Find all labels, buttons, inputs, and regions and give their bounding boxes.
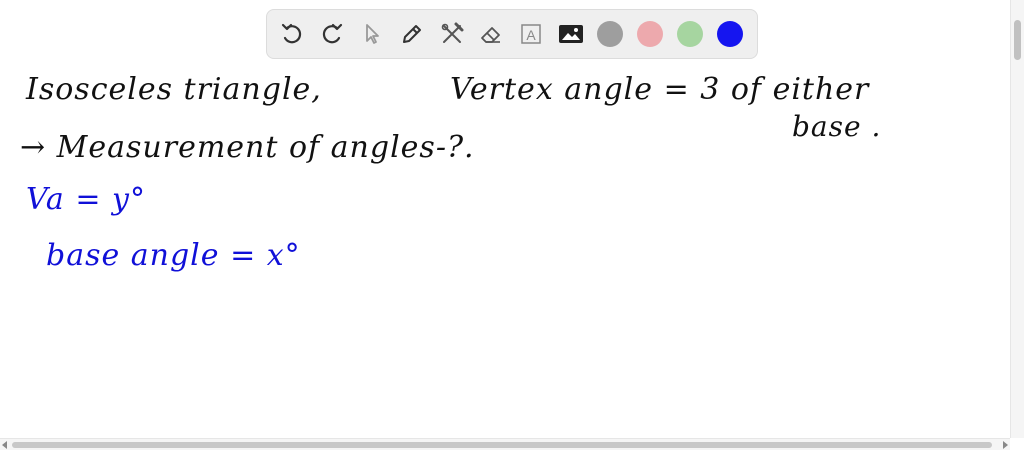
drawing-canvas[interactable]: Isosceles triangle, Vertex angle = 3 of … <box>0 60 1010 438</box>
tools-icon <box>441 22 464 43</box>
shapes-tools-button[interactable] <box>438 20 466 48</box>
undo-button[interactable] <box>278 20 306 48</box>
handwriting-line-1-left: Isosceles triangle, <box>26 72 322 107</box>
whiteboard-app: A Isosceles triangle, Vertex angle = 3 o… <box>0 0 1024 450</box>
pointer-icon <box>365 24 379 44</box>
image-icon <box>559 25 584 43</box>
text-icon: A <box>521 24 542 44</box>
text-button[interactable]: A <box>517 20 545 48</box>
vertical-scrollbar[interactable] <box>1010 0 1024 438</box>
horizontal-scroll-thumb[interactable] <box>12 442 992 448</box>
drawing-toolbar: A <box>266 9 758 59</box>
redo-icon <box>322 23 342 44</box>
color-swatch-pink[interactable] <box>637 21 664 47</box>
select-button[interactable] <box>358 20 386 48</box>
horizontal-scrollbar[interactable] <box>0 438 1010 450</box>
eraser-button[interactable] <box>478 20 506 48</box>
handwriting-line-1-base: base . <box>792 110 882 143</box>
scroll-left-icon[interactable] <box>2 441 7 449</box>
undo-icon <box>281 23 302 44</box>
image-button[interactable] <box>557 20 585 48</box>
color-swatch-green[interactable] <box>677 21 704 47</box>
redo-button[interactable] <box>318 20 346 48</box>
vertical-scroll-thumb[interactable] <box>1014 20 1021 60</box>
handwriting-line-3: Va = y° <box>26 182 146 217</box>
handwriting-line-1-right: Vertex angle = 3 of either <box>450 72 870 107</box>
handwriting-line-4: base angle = x° <box>46 238 301 273</box>
handwriting-line-2: → Measurement of angles-?. <box>20 130 475 165</box>
scroll-right-icon[interactable] <box>1003 441 1008 449</box>
svg-text:A: A <box>527 27 537 43</box>
pen-icon <box>402 25 421 43</box>
color-swatch-blue[interactable] <box>717 21 743 47</box>
color-swatch-gray[interactable] <box>597 21 624 47</box>
pen-button[interactable] <box>398 20 426 48</box>
eraser-icon <box>481 27 501 43</box>
